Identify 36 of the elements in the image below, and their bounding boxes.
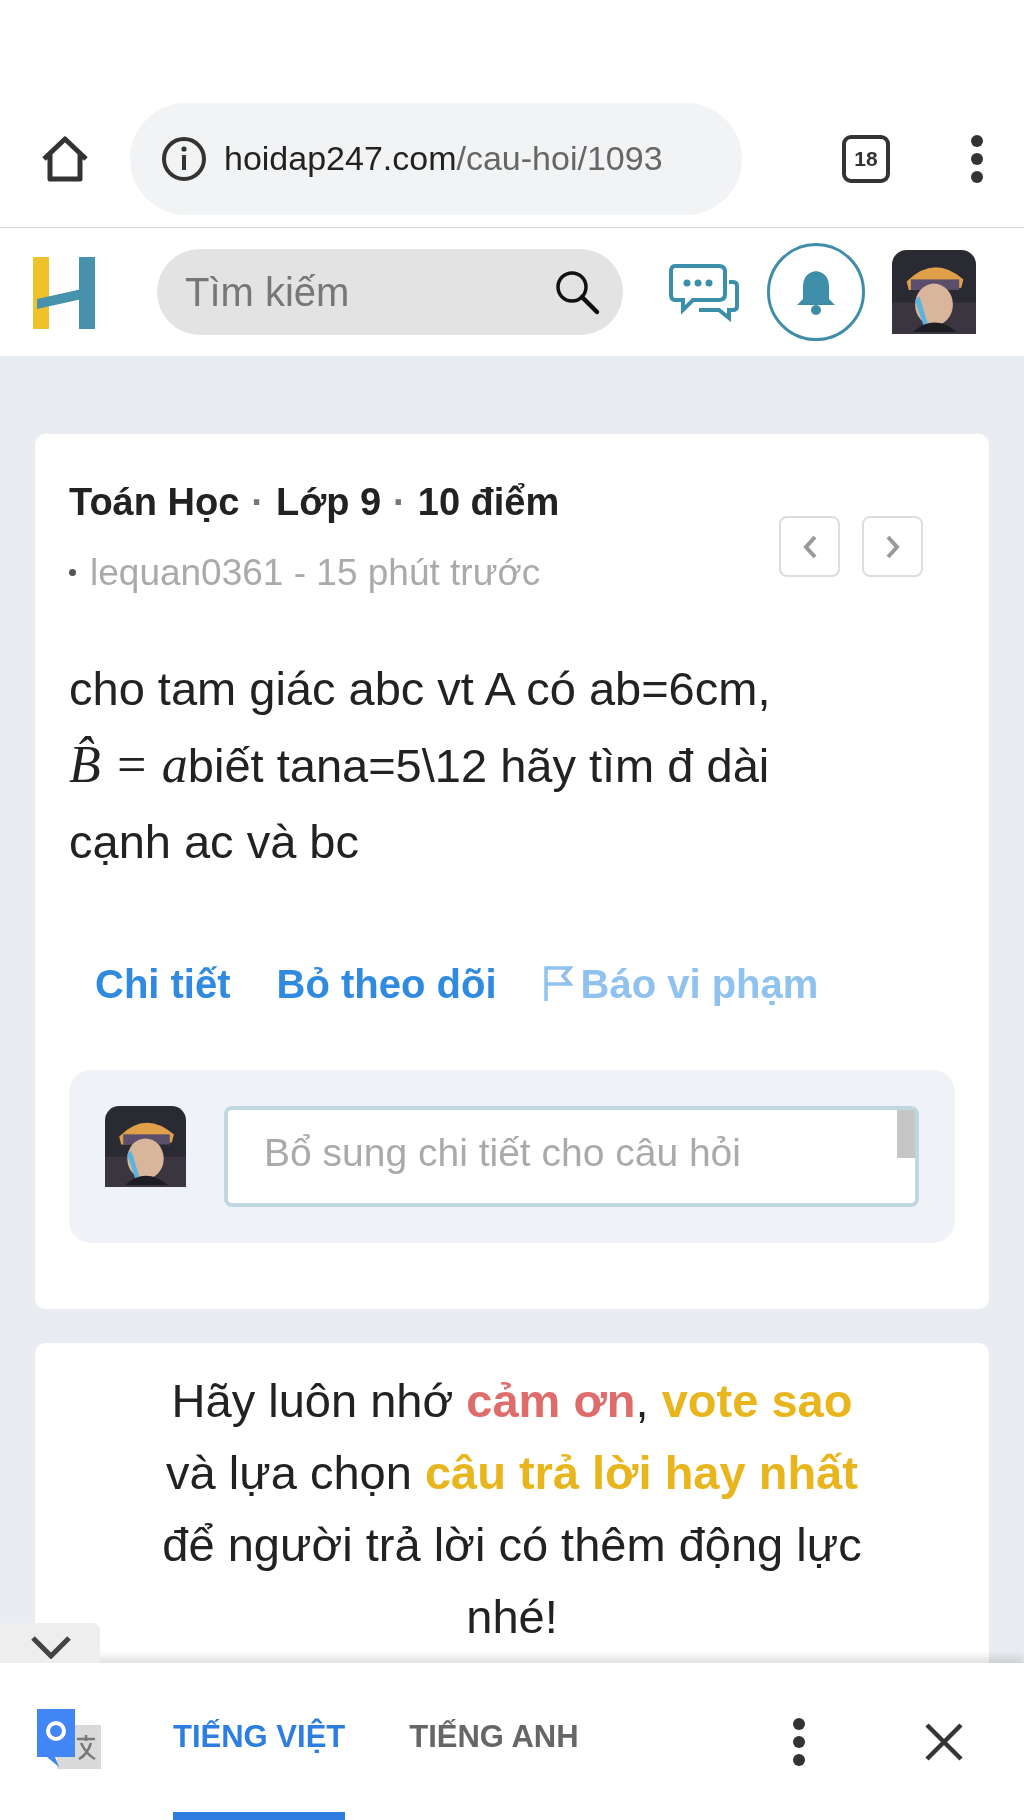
notification-button[interactable] [767,243,865,341]
language-tab[interactable]: TIẾNG VIỆT [173,1663,346,1820]
home-icon[interactable] [40,134,90,183]
separator-dot: · [393,480,406,525]
action-link[interactable]: Bỏ theo dõi [276,953,497,1014]
close-icon[interactable] [924,1721,964,1762]
search-icon[interactable] [553,268,601,316]
reminder-text: Hãy luôn nhớ cảm ơn, vote sao và lựa chọn câu trả lời hay nhất để người trả lời có thêm động lực nhé! [161,1372,863,1645]
chat-icon[interactable] [669,262,739,322]
grade-label: Lớp 9 [275,480,382,525]
menu-icon[interactable] [970,134,984,183]
previous-button[interactable] [779,516,840,577]
chevron-left-icon [801,533,818,560]
chevron-right-icon [884,533,901,560]
action-link[interactable]: Chi tiết [95,953,231,1014]
chevron-down-icon [30,1635,72,1659]
tab-count[interactable]: 18 [842,134,890,183]
address-bar[interactable]: hoidap247.com/cau-hoi/1093 [130,102,742,215]
points-label: 10 điểm [417,480,560,525]
question-text: cho tam giác abc vt A có ab=6cm, B̂ = abiết tana=5\12 hãy tìm đ dài cạnh ac và bc [69,660,772,870]
logo-icon[interactable] [33,255,97,329]
language-tab[interactable]: TIẾNG ANH [409,1663,579,1820]
comment-field[interactable]: Bổ sung chi tiết cho câu hỏi [224,1105,919,1207]
url-text: hoidap247.com/cau-hoi/1093 [224,138,663,179]
scrollbar[interactable] [897,1109,915,1158]
bell-icon [795,269,837,315]
more-options-icon[interactable] [792,1717,806,1766]
flag-icon [542,964,573,1003]
subject-label: Toán Học [69,480,240,525]
separator-dot: · [251,480,264,525]
bullet-icon [69,569,76,577]
next-button[interactable] [862,516,923,577]
author-time: lequan0361 - 15 phút trước [90,551,541,595]
info-icon [160,134,208,183]
collapse-tab[interactable] [0,1623,100,1663]
search-field[interactable]: Tìm kiếm [157,249,623,335]
